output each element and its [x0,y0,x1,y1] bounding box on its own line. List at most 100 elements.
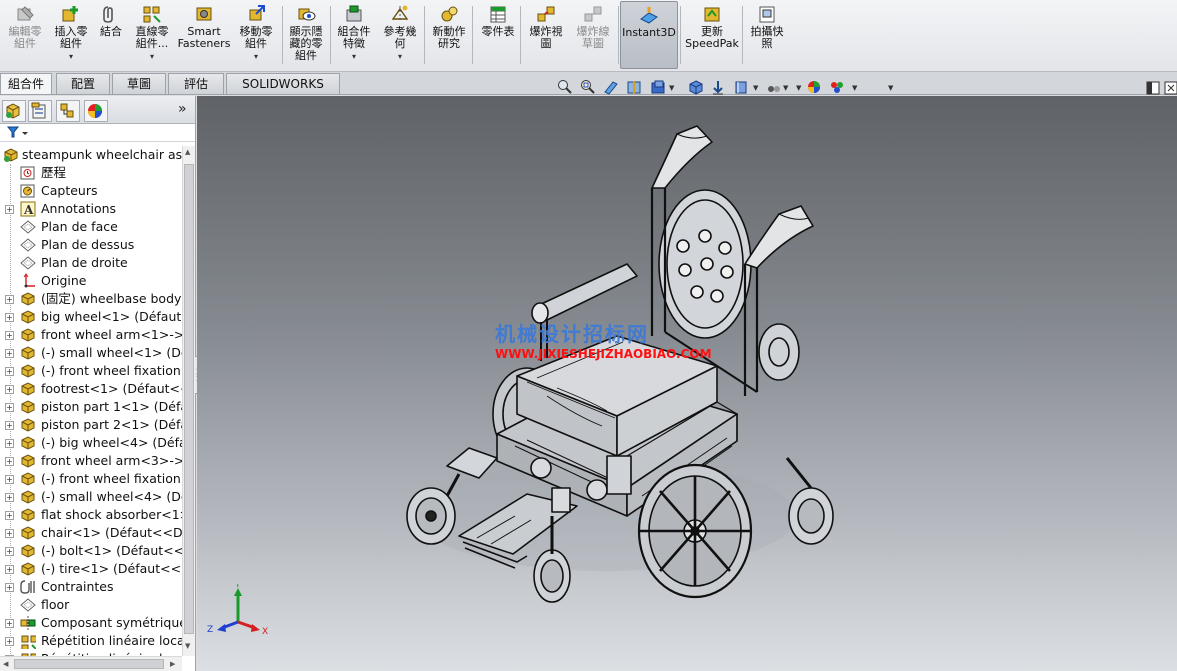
view-orientation-icon[interactable] [688,79,704,95]
tree-item[interactable]: + (-) tire<1> (Défaut<<Dé [0,560,182,578]
tree-root-assembly[interactable]: steampunk wheelchair assem [0,146,182,164]
tree-item[interactable]: + front wheel arm<3>->? ( [0,452,182,470]
tree-item[interactable]: + (-) small wheel<1> (Défa [0,344,182,362]
expand-toggle-icon[interactable]: + [5,349,14,358]
assembly-features-button[interactable]: 組合件 特徵 ▾ [332,4,376,68]
tree-item[interactable]: 歷程 [0,164,182,182]
tree-item[interactable]: + (-) front wheel fixation<1 [0,362,182,380]
tree-item[interactable]: + front wheel arm<1>->? (D [0,326,182,344]
dynamic-annotation-icon[interactable] [650,79,666,95]
tree-item[interactable]: Plan de face [0,218,182,236]
tree-item[interactable]: Plan de dessus [0,236,182,254]
tree-item[interactable]: + piston part 1<1> (Défaut [0,398,182,416]
tree-item[interactable]: + Contraintes [0,578,182,596]
hide-show-items-icon[interactable] [733,79,749,95]
expand-toggle-icon[interactable]: + [5,475,14,484]
view-dropdown-arrow-icon[interactable]: ▼ [888,84,893,92]
edit-appearance-icon[interactable] [766,79,782,95]
dropdown-arrow-icon[interactable]: ▾ [150,51,154,63]
tree-item[interactable]: + chair<1> (Défaut<<Défa [0,524,182,542]
expand-toggle-icon[interactable]: + [5,619,14,628]
edit-component-button[interactable]: 編輯零 組件 [4,4,46,68]
insert-component-button[interactable]: 插入零 組件 ▾ [50,4,92,68]
scroll-left-arrow-icon[interactable]: ◀ [3,660,8,668]
tab-4[interactable]: SOLIDWORKS MBD [226,73,340,111]
tree-item[interactable]: + big wheel<1> (Défaut<< [0,308,182,326]
tree-item[interactable]: Origine [0,272,182,290]
horizontal-scroll-thumb[interactable] [14,659,164,669]
tree-item[interactable]: + (-) small wheel<4> (Défa [0,488,182,506]
expand-toggle-icon[interactable]: + [5,457,14,466]
show-hidden-button[interactable]: 顯示隱 藏的零 組件 [284,4,328,68]
speedpak-button[interactable]: 更新 SpeedPak [684,4,740,68]
expand-toggle-icon[interactable]: + [5,637,14,646]
tree-horizontal-scrollbar[interactable]: ◀ ▶ [0,656,182,671]
graphics-area[interactable]: 机械设计招标网 WWW.JIXIESHEJIZHAOBIAO.COM Y X Z [197,96,1177,671]
tab-3[interactable]: 評估 [168,73,224,94]
view-dropdown-arrow-icon[interactable]: ▼ [783,84,788,92]
expand-toggle-icon[interactable]: + [5,331,14,340]
smart-fasteners-button[interactable]: Smart Fasteners [176,4,232,68]
steampunk-wheelchair-model[interactable] [197,96,1177,671]
zoom-to-fit-icon[interactable] [557,79,573,95]
linear-pattern-button[interactable]: 直線零 組件... ▾ [130,4,174,68]
explode-line-sketch-button[interactable]: 爆炸線 草圖 [572,4,614,68]
snapshot-button[interactable]: 拍攝快 照 [746,4,788,68]
tree-item[interactable]: + (固定) wheelbase body<1> [0,290,182,308]
expand-toggle-icon[interactable]: + [5,421,14,430]
expand-toggle-icon[interactable]: + [5,205,14,214]
exploded-view-button[interactable]: 爆炸視 圖 [524,4,568,68]
vertical-scroll-thumb[interactable] [184,164,194,634]
expand-toggle-icon[interactable]: + [5,403,14,412]
tree-item[interactable]: + Composant symétrique2 [0,614,182,632]
expand-toggle-icon[interactable]: + [5,367,14,376]
tree-item[interactable]: + Répétition linéaire locale [0,632,182,652]
view-dropdown-arrow-icon[interactable]: ▼ [753,84,758,92]
restore-icon[interactable] [1163,80,1177,96]
tree-item[interactable]: + flat shock absorber<1> ( [0,506,182,524]
tree-vertical-scrollbar[interactable]: ▲ ▼ [182,146,195,656]
expand-toggle-icon[interactable]: + [5,493,14,502]
dropdown-arrow-icon[interactable]: ▾ [69,51,73,63]
featuremanager-tab[interactable] [2,100,26,122]
dropdown-arrow-icon[interactable]: ▾ [254,51,258,63]
expand-toggle-icon[interactable]: + [5,565,14,574]
expand-toggle-icon[interactable]: + [5,385,14,394]
displaymanager-tab[interactable] [84,100,108,122]
filter-icon[interactable] [6,125,30,140]
view-dropdown-arrow-icon[interactable]: ▼ [796,84,801,92]
instant3d-button[interactable]: Instant3D [620,1,678,69]
view-dropdown-arrow-icon[interactable]: ▼ [852,84,857,92]
tree-item[interactable]: floor [0,596,182,614]
tree-item[interactable]: + (-) front wheel fixation<4 [0,470,182,488]
display-style-icon[interactable] [710,79,726,95]
expand-toggle-icon[interactable]: + [5,547,14,556]
bill-of-materials-button[interactable]: 零件表 [476,4,520,68]
expand-toggle-icon[interactable]: + [5,583,14,592]
motion-study-button[interactable]: 新動作 研究 [428,4,470,68]
mate-paperclip-button[interactable]: 結合 [96,4,126,68]
section-view-icon[interactable] [626,79,642,95]
configurationmanager-tab[interactable] [56,100,80,122]
view-settings-icon[interactable] [829,79,845,95]
tab-0[interactable]: 組合件 [0,73,52,94]
tree-item[interactable]: Capteurs [0,182,182,200]
tree-item[interactable]: + A Annotations [0,200,182,218]
dropdown-arrow-icon[interactable]: ▾ [398,51,402,63]
apply-scene-icon[interactable] [806,79,822,95]
tree-item[interactable]: + footrest<1> (Défaut<<De [0,380,182,398]
propertymanager-tab[interactable] [28,100,52,122]
tile-icon[interactable] [1145,80,1161,96]
scroll-up-arrow-icon[interactable]: ▲ [185,148,190,156]
panel-expand-button[interactable]: » [178,101,187,117]
expand-toggle-icon[interactable]: + [5,439,14,448]
zoom-area-icon[interactable] [580,79,596,95]
previous-view-icon[interactable] [603,79,619,95]
move-component-button[interactable]: 移動零 組件 ▾ [234,4,278,68]
dropdown-arrow-icon[interactable]: ▾ [352,51,356,63]
tab-1[interactable]: 配置 [56,73,110,94]
expand-toggle-icon[interactable]: + [5,313,14,322]
expand-toggle-icon[interactable]: + [5,511,14,520]
reference-geometry-button[interactable]: 參考幾 何 ▾ [378,4,422,68]
expand-toggle-icon[interactable]: + [5,295,14,304]
